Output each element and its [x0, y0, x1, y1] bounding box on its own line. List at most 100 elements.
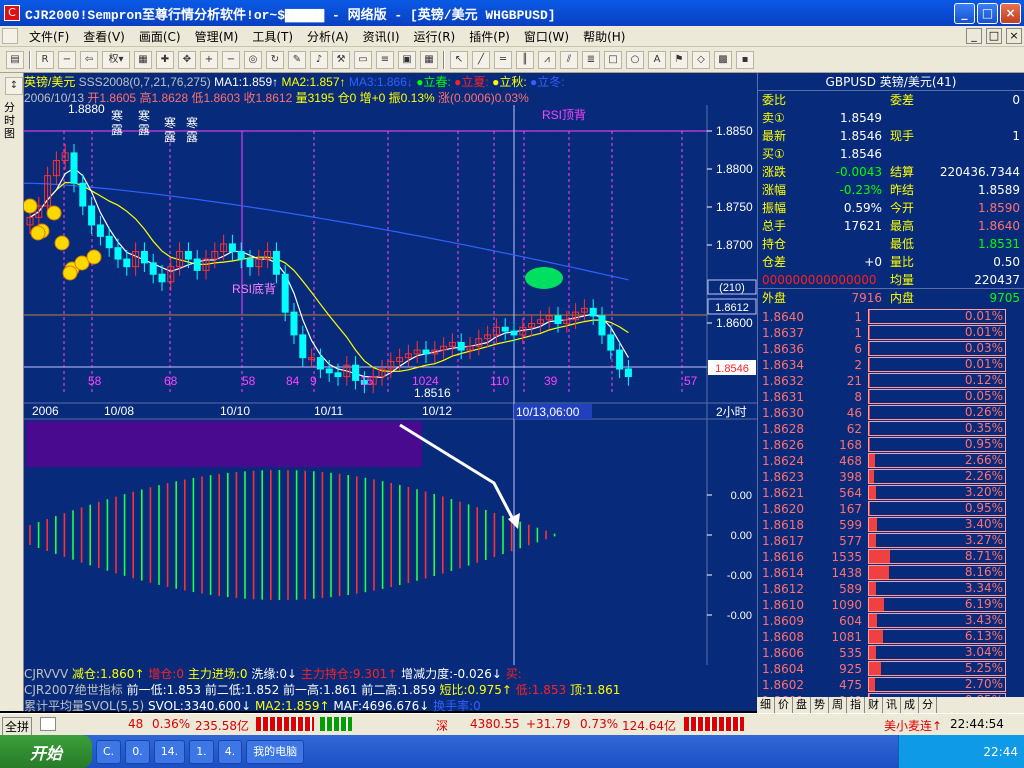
zoom-icon[interactable]: ◎: [244, 50, 262, 69]
mdi-minimize-button[interactable]: _: [966, 28, 982, 44]
panel-tab-5[interactable]: 指: [847, 697, 865, 713]
arrow-icon[interactable]: ⇦: [80, 50, 98, 69]
menu-screen[interactable]: 画面(C): [132, 28, 188, 45]
weight-select[interactable]: 权▾: [102, 50, 130, 69]
side-tab-label[interactable]: 分时图: [4, 101, 20, 140]
ellipse-icon[interactable]: ○: [626, 50, 644, 69]
panel-tab-3[interactable]: 势: [811, 697, 829, 713]
orderbook-price: 1.8608: [762, 630, 804, 644]
date-label-1: 10/08: [104, 404, 134, 418]
list-icon[interactable]: ≡: [376, 50, 394, 69]
palette-icon[interactable]: ▩: [714, 50, 732, 69]
orderbook-price: 1.8621: [762, 486, 804, 500]
line-icon[interactable]: ╱: [472, 50, 490, 69]
minus-icon[interactable]: −: [58, 50, 76, 69]
mdi-restore-button[interactable]: □: [986, 28, 1002, 44]
orderbook-pct: 3.27%: [868, 533, 1006, 548]
menu-view[interactable]: 查看(V): [76, 28, 132, 45]
panel-tab-0[interactable]: 细: [757, 697, 775, 713]
chart-icon[interactable]: ▦: [134, 50, 152, 69]
grid-icon[interactable]: ▦: [420, 50, 438, 69]
panel-tab-6[interactable]: 财: [865, 697, 883, 713]
panel-tab-7[interactable]: 讯: [883, 697, 901, 713]
candle-body: [158, 273, 166, 283]
quote-value: 17621: [843, 219, 882, 233]
cursor-icon[interactable]: ↖: [450, 50, 468, 69]
input-method[interactable]: 全拼: [2, 717, 33, 736]
chart-area[interactable]: 英镑/美元 SSS2008(0,7,21,76,275) MA1:1.859↑ …: [24, 73, 757, 713]
eraser-icon[interactable]: ◇: [692, 50, 710, 69]
candle-body: [114, 247, 122, 260]
orderbook-price: 1.8636: [762, 342, 804, 356]
wrench-icon[interactable]: ⚒: [332, 50, 350, 69]
ind1-seg-5: 主力持仓:9.301↑: [297, 667, 398, 681]
rsi-icon[interactable]: R: [36, 50, 54, 69]
orderbook-price: 1.8624: [762, 454, 804, 468]
orderbook-pct: 0.01%: [868, 325, 1006, 340]
price-chart[interactable]: 1.88801.8516寒露寒露 寒露寒露RSI顶背RSI底背58 68 58 84 9 1…: [24, 73, 757, 711]
menu-window[interactable]: 窗口(W): [517, 28, 576, 45]
hline-icon[interactable]: ═: [494, 50, 512, 69]
parallel-icon[interactable]: ≣: [582, 50, 600, 69]
save-icon[interactable]: ▪: [736, 50, 754, 69]
pin-icon[interactable]: ✎: [288, 50, 306, 69]
menu-analysis[interactable]: 分析(A): [300, 28, 356, 45]
open-icon[interactable]: ▤: [6, 50, 24, 69]
menu-file[interactable]: 文件(F): [22, 28, 76, 45]
taskbar-item-5[interactable]: 4.: [217, 739, 243, 764]
panel-tab-1[interactable]: 价: [775, 697, 793, 713]
menu-help[interactable]: 帮助(H): [576, 28, 632, 45]
mdi-close-button[interactable]: ×: [1006, 28, 1022, 44]
price-box-label-1: (210): [719, 282, 745, 294]
fan-icon[interactable]: ⩘: [538, 50, 556, 69]
orderbook-row: 1.8621 564 3.20%: [758, 485, 1024, 501]
quote-value: -0.23%: [839, 183, 882, 197]
menu-plugins[interactable]: 插件(P): [462, 28, 517, 45]
orderbook-pct: 6.19%: [868, 597, 1006, 612]
text-icon[interactable]: A: [648, 50, 666, 69]
panel-tab-2[interactable]: 盘: [793, 697, 811, 713]
flag-icon[interactable]: ⚑: [670, 50, 688, 69]
peak-label: 1.8880: [68, 102, 105, 116]
taskbar-item-6[interactable]: 我的电脑: [246, 739, 305, 764]
minimize-button[interactable]: _: [954, 3, 975, 24]
expand-arrow-icon[interactable]: ↕: [5, 77, 23, 95]
taskbar-item-1[interactable]: C.: [96, 739, 122, 764]
quote-value: 1.8549: [840, 111, 882, 125]
status-bar-graph: [256, 717, 314, 731]
panel-tab-9[interactable]: 分: [919, 697, 937, 713]
taskbar: 开始 C. 0. 14. 1. 4. 我的电脑 22:44: [0, 735, 1024, 768]
jieqi-label-3b: 露: [164, 130, 176, 144]
menu-run[interactable]: 运行(R): [407, 28, 463, 45]
minus-zoom-icon[interactable]: −: [222, 50, 240, 69]
refresh-icon[interactable]: ↻: [266, 50, 284, 69]
rect-icon[interactable]: □: [604, 50, 622, 69]
start-button[interactable]: 开始: [0, 735, 92, 768]
taskbar-item-4[interactable]: 1.: [189, 739, 214, 764]
move-icon[interactable]: ✥: [178, 50, 196, 69]
signal-ellipse: [525, 267, 563, 289]
status-sz-value: 4380.55: [470, 717, 520, 731]
bell-icon[interactable]: ♪: [310, 50, 328, 69]
taskbar-item-3[interactable]: 14.: [153, 739, 186, 764]
system-tray: 22:44: [898, 735, 1024, 768]
quote-label-right: 最高: [890, 219, 915, 233]
orderbook-price: 1.8631: [762, 390, 804, 404]
price-tick-label-2: 1.8750: [716, 200, 753, 214]
crosshair-icon[interactable]: ✚: [156, 50, 174, 69]
orderbook-row: 1.8636 6 0.03%: [758, 341, 1024, 357]
maximize-button[interactable]: □: [977, 3, 998, 24]
panel-tab-8[interactable]: 成: [901, 697, 919, 713]
image-icon[interactable]: ▣: [398, 50, 416, 69]
panel-tab-4[interactable]: 周: [829, 697, 847, 713]
close-button[interactable]: ×: [1000, 3, 1021, 24]
plus-icon[interactable]: +: [200, 50, 218, 69]
taskbar-item-2[interactable]: 0.: [125, 739, 150, 764]
channel-icon[interactable]: ⫽: [560, 50, 578, 69]
orderbook-volume: 468: [839, 454, 862, 468]
menu-tools[interactable]: 工具(T): [245, 28, 300, 45]
vline-icon[interactable]: ║: [516, 50, 534, 69]
menu-manage[interactable]: 管理(M): [188, 28, 246, 45]
doc-icon[interactable]: ▭: [354, 50, 372, 69]
menu-info[interactable]: 资讯(I): [356, 28, 407, 45]
